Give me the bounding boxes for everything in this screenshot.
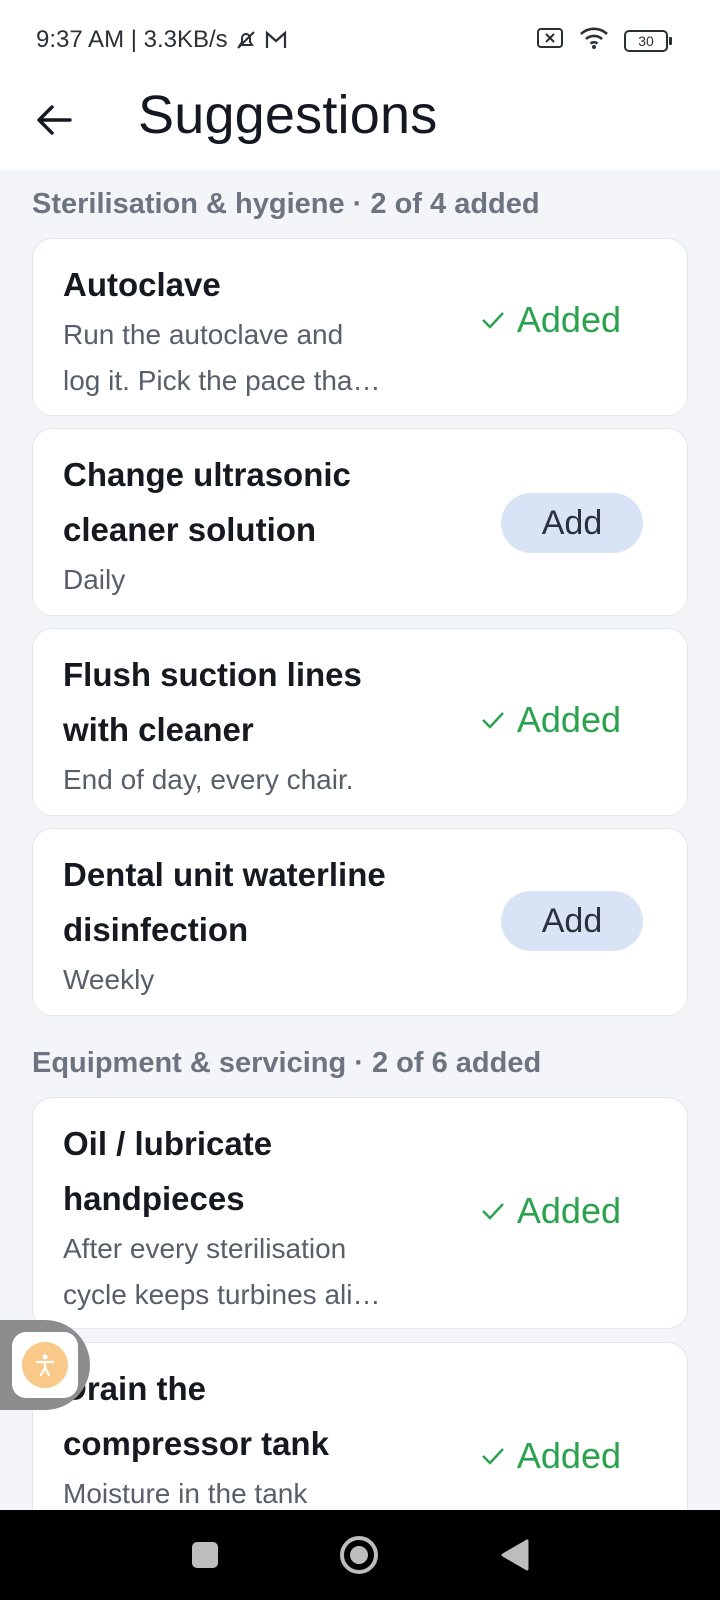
section-title-sterilisation: Sterilisation & hygiene · 2 of 4 added	[32, 188, 540, 220]
app-header: Suggestions	[0, 80, 720, 170]
suggestion-card-autoclave[interactable]: Autoclave Run the autoclave and log it. P…	[32, 238, 688, 416]
check-icon	[482, 1203, 504, 1220]
added-status: Added	[481, 1435, 621, 1477]
recents-button[interactable]	[180, 1530, 230, 1580]
check-icon	[482, 712, 504, 729]
wifi-icon	[578, 26, 610, 55]
bell-off-icon	[234, 28, 258, 52]
status-time: 9:37 AM | 3.3KB/s	[36, 26, 228, 53]
added-status: Added	[481, 299, 621, 341]
mail-icon	[264, 29, 288, 51]
back-button[interactable]	[28, 94, 80, 146]
accessibility-floating-button[interactable]	[0, 1320, 90, 1410]
card-title: Oil / lubricate handpieces	[63, 1125, 273, 1217]
system-nav-bar	[0, 1510, 720, 1600]
card-desc: Run the autoclave and log it. Pick the pa…	[63, 319, 381, 396]
accessibility-icon	[22, 1342, 68, 1388]
check-icon	[482, 312, 504, 329]
card-title: Change ultrasonic cleaner solution	[63, 456, 351, 548]
status-left: 9:37 AM | 3.3KB/s	[36, 26, 288, 54]
section-title-equipment: Equipment & servicing · 2 of 6 added	[32, 1047, 542, 1079]
card-desc: Weekly	[63, 964, 155, 995]
status-bar: 9:37 AM | 3.3KB/s 30	[0, 0, 720, 80]
added-status: Added	[481, 1190, 621, 1232]
circle-icon	[340, 1536, 378, 1574]
triangle-back-icon	[501, 1539, 529, 1571]
card-title: Flush suction lines with cleaner	[63, 656, 362, 748]
check-icon	[482, 1448, 504, 1465]
card-desc: End of day, every chair.	[63, 764, 354, 795]
added-status: Added	[481, 699, 621, 741]
add-button[interactable]: Add	[501, 493, 643, 553]
sim-off-icon	[536, 26, 564, 55]
card-desc: After every sterilisation cycle keeps tur…	[63, 1233, 381, 1310]
back-nav-button[interactable]	[490, 1530, 540, 1580]
battery-icon: 30	[624, 29, 672, 52]
square-icon	[192, 1542, 218, 1568]
status-right: 30	[536, 26, 672, 55]
add-button[interactable]: Add	[501, 891, 643, 951]
card-desc: Daily	[63, 564, 126, 595]
home-button[interactable]	[334, 1530, 384, 1580]
card-title: Drain the compressor tank	[63, 1370, 329, 1462]
arrow-left-icon	[37, 105, 72, 135]
suggestion-card-handpieces[interactable]: Oil / lubricate handpieces After every st…	[32, 1097, 688, 1329]
suggestion-card-suction[interactable]: Flush suction lines with cleaner End of d…	[32, 628, 688, 816]
suggestion-card-waterline[interactable]: Dental unit waterline disinfection Weekly…	[32, 828, 688, 1016]
card-title: Dental unit waterline disinfection	[63, 856, 386, 948]
suggestion-card-ultrasonic[interactable]: Change ultrasonic cleaner solution Daily …	[32, 428, 688, 616]
page-title: Suggestions	[138, 85, 438, 145]
card-title: Autoclave	[63, 266, 221, 303]
